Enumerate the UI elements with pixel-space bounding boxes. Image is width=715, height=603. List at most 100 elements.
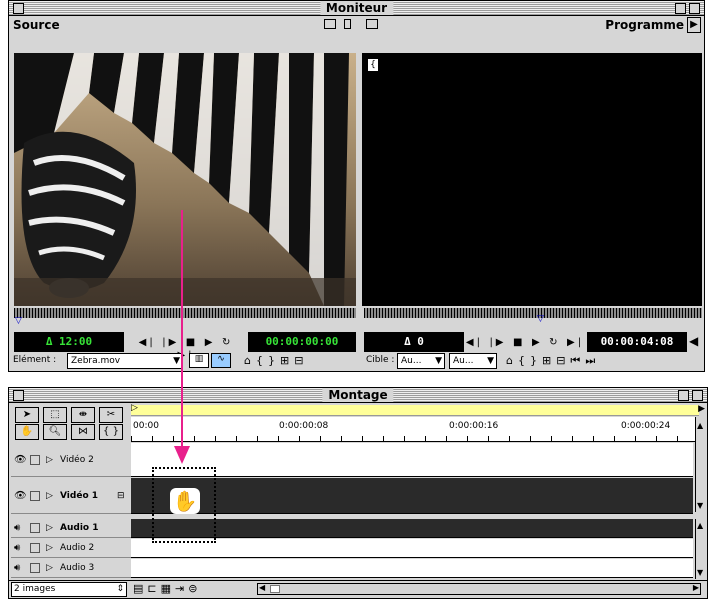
scroll-up-icon[interactable]: ▲	[697, 521, 703, 530]
scroll-down-icon[interactable]: ▼	[697, 501, 703, 510]
scroll-down-icon[interactable]: ▼	[697, 568, 703, 577]
lock-checkbox[interactable]	[30, 563, 40, 573]
ruler-label-0: 00:00	[133, 421, 159, 431]
track-header-video-2[interactable]: 👁︎ ▷ Vidéo 2	[11, 443, 132, 477]
source-edit-icons: ⌂{}⊞⊟	[244, 354, 308, 367]
expand-triangle-icon[interactable]: ▷	[46, 563, 53, 573]
program-scrub-bar[interactable]	[364, 308, 702, 318]
track-header-audio-1[interactable]: 🔊︎ ▷ Audio 1	[11, 519, 132, 538]
in-out-tool-icon[interactable]: { }	[99, 424, 123, 440]
program-playhead-icon[interactable]: ▽	[537, 314, 544, 324]
eye-icon[interactable]: 👁︎	[14, 490, 27, 501]
stop-icon[interactable]: ■	[513, 337, 525, 349]
vertical-scrollbar-lower[interactable]: ▲ ▼	[695, 519, 707, 579]
expand-triangle-icon[interactable]: ▷	[46, 523, 53, 533]
monitor-title-bar[interactable]: Moniteur	[9, 1, 704, 16]
zoom-box[interactable]	[675, 3, 686, 14]
selection-tool-icon[interactable]: ➤	[15, 407, 39, 423]
track-select-tool-icon[interactable]: ⇼	[71, 407, 95, 423]
trim-view-icon[interactable]	[366, 19, 378, 29]
single-view-icon[interactable]	[324, 19, 336, 29]
target-track-icon[interactable]: ⊟	[117, 491, 125, 501]
extract-icon[interactable]: ⊟	[556, 354, 570, 367]
element-select[interactable]: Zebra.mov ▼	[67, 353, 183, 369]
marquee-tool-icon[interactable]: ⬚	[43, 407, 67, 423]
horizontal-scrollbar[interactable]: ◀ ▶	[257, 583, 701, 595]
zoom-tool-icon[interactable]: 🔍︎	[43, 424, 67, 440]
step-back-icon[interactable]: ◀|	[466, 337, 483, 349]
track-label-video-1: Vidéo 1	[60, 490, 99, 501]
mark-out-icon[interactable]: }	[530, 354, 542, 367]
insert-icon[interactable]: ⊞	[280, 354, 294, 367]
mark-in-icon[interactable]: {	[256, 354, 268, 367]
sync-mode-icon[interactable]: ⊜	[188, 582, 201, 595]
track-label-video-2: Vidéo 2	[60, 454, 94, 465]
play-icon[interactable]: ▶	[532, 337, 543, 349]
loop-icon[interactable]: ↻	[222, 337, 233, 349]
track-audio-3[interactable]	[131, 559, 693, 578]
razor-tool-icon[interactable]: ✂	[99, 407, 123, 423]
hand-tool-icon[interactable]: ✋	[15, 424, 39, 440]
track-label-audio-3: Audio 3	[60, 563, 95, 573]
expand-arrow-icon[interactable]: ◀	[689, 334, 698, 348]
mark-icon[interactable]: ⌂	[244, 354, 256, 367]
program-timecode[interactable]: 00:00:04:08	[587, 332, 687, 352]
scroll-right-icon[interactable]: ▶	[698, 404, 705, 414]
close-box[interactable]	[13, 3, 24, 14]
track-format-icon[interactable]: ▤	[133, 582, 147, 595]
play-icon[interactable]: ▶	[205, 337, 216, 349]
audio-toggle-icon[interactable]: ∿	[211, 353, 231, 368]
work-area-bar[interactable]	[131, 405, 699, 416]
edge-view-icon[interactable]: ▦	[161, 582, 175, 595]
track-header-audio-3[interactable]: 🔊︎ ▷ Audio 3	[11, 559, 132, 578]
step-forward-icon[interactable]: |▶	[489, 337, 506, 349]
scroll-up-icon[interactable]: ▲	[697, 421, 703, 430]
track-header-audio-2[interactable]: 🔊︎ ▷ Audio 2	[11, 539, 132, 558]
scroll-thumb[interactable]	[270, 585, 280, 593]
close-box[interactable]	[13, 390, 24, 401]
speaker-icon[interactable]: 🔊︎	[14, 543, 20, 554]
mark-out-icon[interactable]: }	[268, 354, 280, 367]
expand-triangle-icon[interactable]: ▷	[46, 455, 53, 465]
mark-in-icon[interactable]: {	[518, 354, 530, 367]
next-edit-icon[interactable]: ⏭	[585, 354, 600, 367]
collapse-box[interactable]	[692, 390, 703, 401]
shift-tracks-icon[interactable]: ⇥	[175, 582, 188, 595]
expand-triangle-icon[interactable]: ▷	[46, 491, 53, 501]
time-ruler[interactable]: 00:00 0:00:00:08 0:00:00:16 0:00:00:24	[131, 417, 699, 442]
step-back-icon[interactable]: ◀|	[139, 337, 156, 349]
scroll-right-icon[interactable]: ▶	[693, 583, 699, 592]
target-video-select[interactable]: Au... ▼	[397, 353, 445, 369]
lock-checkbox[interactable]	[30, 454, 40, 465]
mark-icon[interactable]: ⌂	[506, 354, 518, 367]
play-to-end-icon[interactable]: ▶|	[567, 337, 584, 349]
vertical-scrollbar-upper[interactable]: ▲ ▼	[695, 417, 707, 512]
lift-icon[interactable]: ⊞	[542, 354, 556, 367]
collapse-box[interactable]	[689, 3, 700, 14]
source-playhead-icon[interactable]: ▽	[15, 316, 22, 326]
speaker-icon[interactable]: 🔊︎	[14, 563, 20, 574]
ruler-label-1: 0:00:00:08	[279, 421, 329, 431]
loop-icon[interactable]: ↻	[549, 337, 560, 349]
rolling-edit-tool-icon[interactable]: ⋈	[71, 424, 95, 440]
track-header-video-1[interactable]: 👁︎ ▷ Vidéo 1 ⊟	[11, 478, 132, 514]
prev-edit-icon[interactable]: ⏮	[570, 354, 585, 367]
snap-icon[interactable]: ⊏	[147, 582, 160, 595]
lock-checkbox[interactable]	[30, 523, 40, 533]
zoom-box[interactable]	[678, 390, 689, 401]
speaker-icon[interactable]: 🔊︎	[14, 523, 20, 534]
eye-icon[interactable]: 👁︎	[14, 454, 27, 465]
source-timecode[interactable]: 00:00:00:00	[248, 332, 356, 352]
montage-title-bar[interactable]: Montage	[9, 388, 707, 403]
expand-triangle-icon[interactable]: ▷	[46, 543, 53, 553]
time-unit-select[interactable]: 2 images ⇕	[11, 582, 127, 597]
lock-checkbox[interactable]	[30, 543, 40, 553]
work-area-start-icon[interactable]: ▷	[131, 403, 138, 413]
target-audio-select[interactable]: Au... ▼	[449, 353, 497, 369]
menu-arrow-icon[interactable]: ▶	[687, 17, 701, 33]
scroll-left-icon[interactable]: ◀	[259, 583, 265, 592]
dual-view-icon[interactable]	[344, 19, 351, 29]
montage-title: Montage	[322, 388, 394, 402]
lock-checkbox[interactable]	[30, 490, 40, 501]
overlay-icon[interactable]: ⊟	[294, 354, 308, 367]
